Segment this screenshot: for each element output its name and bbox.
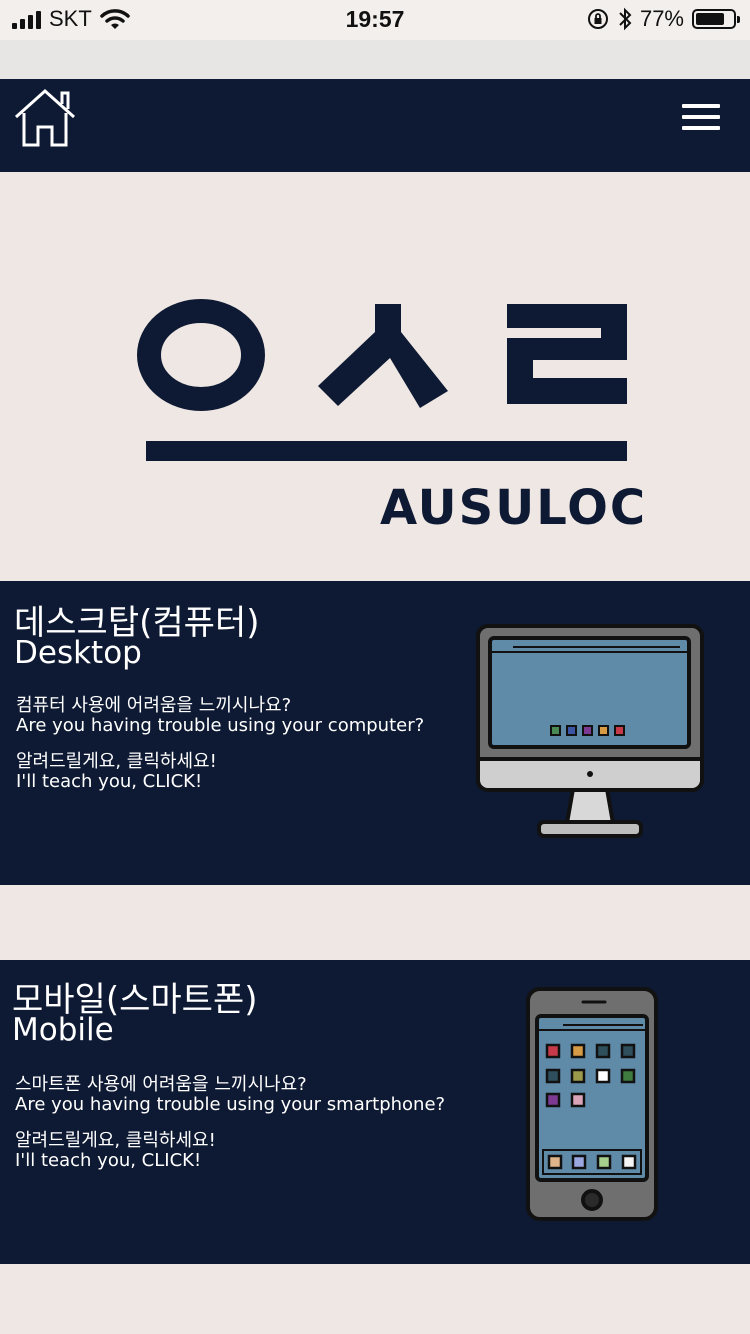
mobile-section-card[interactable]: 모바일(스마트폰) Mobile 스마트폰 사용에 어려움을 느끼시나요? Ar… bbox=[0, 960, 750, 1264]
logo-glyph-siot bbox=[318, 304, 448, 408]
brand-wordmark: AUSULOC bbox=[380, 480, 648, 536]
orientation-lock-icon bbox=[587, 9, 608, 29]
hamburger-menu-icon[interactable] bbox=[682, 104, 720, 130]
desktop-monitor-icon bbox=[476, 624, 704, 838]
cta-english: I'll teach you, CLICK! bbox=[15, 1150, 202, 1171]
status-bar: SKT 19:57 77% bbox=[0, 0, 750, 40]
cta-korean: 알려드릴게요, 클릭하세요! bbox=[15, 1130, 216, 1151]
cta-english: I'll teach you, CLICK! bbox=[16, 771, 203, 792]
cta-korean: 알려드릴게요, 클릭하세요! bbox=[16, 751, 217, 772]
logo-glyph-ieung bbox=[137, 299, 265, 411]
smartphone-icon bbox=[526, 987, 658, 1221]
section-title-english: Desktop bbox=[14, 635, 142, 671]
logo-glyph-rieul bbox=[507, 304, 627, 404]
battery-percent: 77% bbox=[639, 6, 684, 31]
battery-icon bbox=[692, 9, 740, 29]
question-english: Are you having trouble using your comput… bbox=[16, 715, 425, 736]
logo-underline-bar bbox=[146, 441, 627, 461]
home-icon[interactable] bbox=[12, 87, 78, 149]
battery-fill bbox=[696, 13, 724, 25]
section-title-english: Mobile bbox=[12, 1012, 114, 1048]
question-korean: 컴퓨터 사용에 어려움을 느끼시나요? bbox=[16, 695, 292, 716]
status-right: 77% bbox=[586, 6, 740, 32]
question-english: Are you having trouble using your smartp… bbox=[15, 1094, 446, 1115]
top-navigation-bar bbox=[0, 79, 750, 172]
desktop-section-card[interactable]: 데스크탑(컴퓨터) Desktop 컴퓨터 사용에 어려움을 느끼시나요? Ar… bbox=[0, 581, 750, 885]
question-korean: 스마트폰 사용에 어려움을 느끼시나요? bbox=[15, 1074, 307, 1095]
bluetooth-icon bbox=[619, 7, 632, 31]
address-area bbox=[0, 40, 750, 79]
